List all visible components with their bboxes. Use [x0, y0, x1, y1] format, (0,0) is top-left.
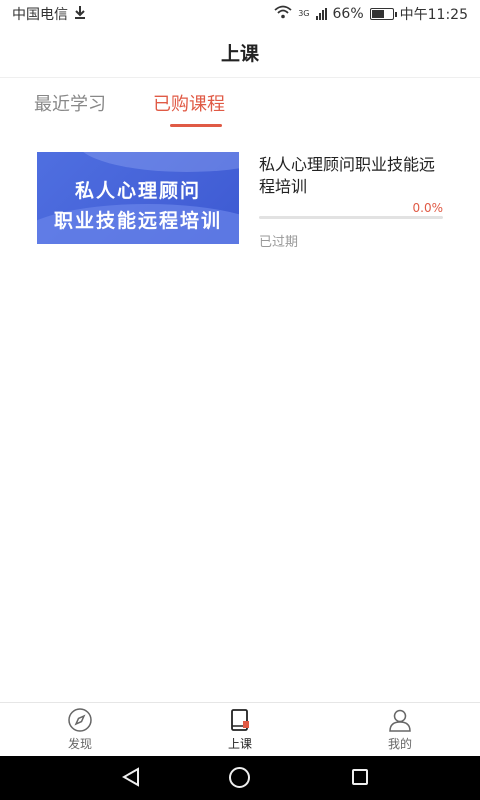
status-left: 中国电信	[12, 4, 86, 24]
system-nav-bar	[0, 756, 480, 800]
home-icon[interactable]	[229, 767, 250, 788]
nav-mine-label: 我的	[387, 737, 412, 751]
active-tab-indicator	[170, 124, 222, 127]
back-icon[interactable]	[120, 766, 142, 792]
nav-discover[interactable]: 发现	[0, 703, 160, 756]
page-header: 上课	[0, 28, 480, 78]
signal-icon	[315, 8, 327, 20]
wifi-icon	[274, 5, 292, 23]
thumbnail-title-line1: 私人心理顾问	[74, 180, 201, 202]
network-type-label: 3G	[298, 9, 310, 18]
nav-class[interactable]: 上课	[160, 703, 320, 756]
course-thumbnail[interactable]: 私人心理顾问 职业技能远程培训	[37, 152, 239, 244]
thumbnail-title-line2: 职业技能远程培训	[53, 210, 222, 232]
download-icon	[74, 5, 86, 23]
nav-discover-label: 发现	[67, 737, 92, 751]
tab-recent-study[interactable]: 最近学习	[34, 90, 106, 116]
tab-bar: 最近学习 已购课程	[0, 80, 480, 130]
nav-mine[interactable]: 我的	[320, 703, 480, 756]
book-icon	[227, 707, 253, 733]
progress-percent: 0.0%	[412, 201, 444, 215]
battery-icon	[369, 8, 397, 20]
battery-percent: 66%	[332, 6, 364, 22]
status-right: 3G 66% 中午11:25	[274, 4, 468, 24]
tab-purchased-courses[interactable]: 已购课程	[153, 90, 225, 116]
compass-icon	[67, 707, 93, 733]
course-card[interactable]: 私人心理顾问 职业技能远程培训 私人心理顾问职业技能远程培训 0.0% 已过期	[37, 152, 449, 250]
user-icon	[387, 707, 413, 733]
thumbnail-decoration	[77, 152, 239, 172]
nav-class-label: 上课	[227, 737, 252, 751]
status-bar: 中国电信 3G 66% 中午11:25	[0, 0, 480, 28]
progress-bar	[259, 216, 443, 219]
clock: 中午11:25	[399, 7, 468, 23]
page-title: 上课	[220, 43, 259, 65]
carrier-label: 中国电信	[12, 7, 68, 23]
course-status-label: 已过期	[259, 235, 299, 250]
recent-apps-icon[interactable]	[352, 769, 368, 785]
course-title[interactable]: 私人心理顾问职业技能远程培训	[259, 154, 449, 198]
bottom-nav: 发现 上课 我的	[0, 702, 480, 756]
